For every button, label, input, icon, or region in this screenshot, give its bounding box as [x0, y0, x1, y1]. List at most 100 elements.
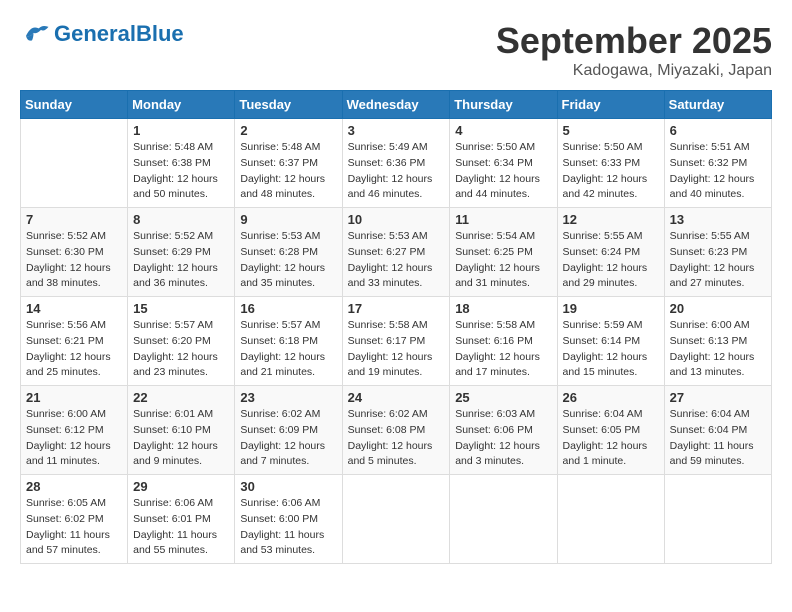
- calendar-cell: 4 Sunrise: 5:50 AM Sunset: 6:34 PM Daylig…: [450, 119, 557, 208]
- calendar-cell: 21 Sunrise: 6:00 AM Sunset: 6:12 PM Dayli…: [21, 386, 128, 475]
- calendar-week-row: 21 Sunrise: 6:00 AM Sunset: 6:12 PM Dayli…: [21, 386, 772, 475]
- day-number: 3: [348, 123, 445, 138]
- day-info: Sunrise: 6:06 AM Sunset: 6:01 PM Dayligh…: [133, 496, 229, 559]
- calendar-cell: 17Sunrise: 5:58 AM Sunset: 6:17 PM Dayli…: [342, 297, 450, 386]
- calendar-cell: 28 Sunrise: 6:05 AM Sunset: 6:02 PM Dayli…: [21, 475, 128, 564]
- day-of-week-header: Thursday: [450, 91, 557, 119]
- day-number: 25: [455, 390, 551, 405]
- calendar-cell: 2Sunrise: 5:48 AM Sunset: 6:37 PM Daylig…: [235, 119, 342, 208]
- calendar-cell: 8Sunrise: 5:52 AM Sunset: 6:29 PM Daylig…: [128, 208, 235, 297]
- title-section: September 2025 Kadogawa, Miyazaki, Japan: [496, 20, 772, 80]
- day-of-week-header: Monday: [128, 91, 235, 119]
- day-info: Sunrise: 6:01 AM Sunset: 6:10 PM Dayligh…: [133, 407, 229, 470]
- day-info: Sunrise: 5:51 AM Sunset: 6:32 PM Dayligh…: [670, 140, 766, 203]
- calendar-week-row: 1 Sunrise: 5:48 AM Sunset: 6:38 PM Daylig…: [21, 119, 772, 208]
- calendar-cell: [557, 475, 664, 564]
- day-info: Sunrise: 6:02 AM Sunset: 6:08 PM Dayligh…: [348, 407, 445, 470]
- day-info: Sunrise: 5:52 AM Sunset: 6:29 PM Dayligh…: [133, 229, 229, 292]
- calendar-cell: 3 Sunrise: 5:49 AM Sunset: 6:36 PM Daylig…: [342, 119, 450, 208]
- day-info: Sunrise: 6:04 AM Sunset: 6:05 PM Dayligh…: [563, 407, 659, 470]
- calendar-cell: 30 Sunrise: 6:06 AM Sunset: 6:00 PM Dayli…: [235, 475, 342, 564]
- calendar-cell: 20 Sunrise: 6:00 AM Sunset: 6:13 PM Dayli…: [664, 297, 771, 386]
- day-number: 1: [133, 123, 229, 138]
- day-of-week-header: Saturday: [664, 91, 771, 119]
- calendar-cell: 9 Sunrise: 5:53 AM Sunset: 6:28 PM Daylig…: [235, 208, 342, 297]
- calendar-cell: 1 Sunrise: 5:48 AM Sunset: 6:38 PM Daylig…: [128, 119, 235, 208]
- day-number: 4: [455, 123, 551, 138]
- calendar-cell: 23 Sunrise: 6:02 AM Sunset: 6:09 PM Dayli…: [235, 386, 342, 475]
- calendar-cell: 22 Sunrise: 6:01 AM Sunset: 6:10 PM Dayli…: [128, 386, 235, 475]
- day-info: Sunrise: 6:03 AM Sunset: 6:06 PM Dayligh…: [455, 407, 551, 470]
- day-number: 7: [26, 212, 122, 227]
- day-number: 27: [670, 390, 766, 405]
- day-number: 16: [240, 301, 336, 316]
- calendar-cell: [664, 475, 771, 564]
- day-info: Sunrise: 5:58 AM Sunset: 6:16 PM Dayligh…: [455, 318, 551, 381]
- day-number: 17: [348, 301, 445, 316]
- calendar-table: SundayMondayTuesdayWednesdayThursdayFrid…: [20, 90, 772, 564]
- day-info: Sunrise: 5:49 AM Sunset: 6:36 PM Dayligh…: [348, 140, 445, 203]
- logo-general: General: [54, 21, 136, 46]
- calendar-cell: 24 Sunrise: 6:02 AM Sunset: 6:08 PM Dayli…: [342, 386, 450, 475]
- day-info: Sunrise: 6:00 AM Sunset: 6:12 PM Dayligh…: [26, 407, 122, 470]
- calendar-cell: 7 Sunrise: 5:52 AM Sunset: 6:30 PM Daylig…: [21, 208, 128, 297]
- day-number: 20: [670, 301, 766, 316]
- day-number: 28: [26, 479, 122, 494]
- calendar-cell: 29 Sunrise: 6:06 AM Sunset: 6:01 PM Dayli…: [128, 475, 235, 564]
- calendar-cell: 14 Sunrise: 5:56 AM Sunset: 6:21 PM Dayli…: [21, 297, 128, 386]
- calendar-cell: 16 Sunrise: 5:57 AM Sunset: 6:18 PM Dayli…: [235, 297, 342, 386]
- calendar-cell: [450, 475, 557, 564]
- calendar-cell: 26Sunrise: 6:04 AM Sunset: 6:05 PM Dayli…: [557, 386, 664, 475]
- day-info: Sunrise: 5:48 AM Sunset: 6:37 PM Dayligh…: [240, 140, 336, 203]
- calendar-cell: 27 Sunrise: 6:04 AM Sunset: 6:04 PM Dayli…: [664, 386, 771, 475]
- location: Kadogawa, Miyazaki, Japan: [496, 62, 772, 80]
- day-info: Sunrise: 6:05 AM Sunset: 6:02 PM Dayligh…: [26, 496, 122, 559]
- calendar-cell: 12 Sunrise: 5:55 AM Sunset: 6:24 PM Dayli…: [557, 208, 664, 297]
- month-title: September 2025: [496, 20, 772, 62]
- day-info: Sunrise: 6:06 AM Sunset: 6:00 PM Dayligh…: [240, 496, 336, 559]
- day-info: Sunrise: 5:52 AM Sunset: 6:30 PM Dayligh…: [26, 229, 122, 292]
- calendar-cell: 15Sunrise: 5:57 AM Sunset: 6:20 PM Dayli…: [128, 297, 235, 386]
- day-number: 12: [563, 212, 659, 227]
- day-number: 21: [26, 390, 122, 405]
- day-info: Sunrise: 6:04 AM Sunset: 6:04 PM Dayligh…: [670, 407, 766, 470]
- day-info: Sunrise: 5:53 AM Sunset: 6:28 PM Dayligh…: [240, 229, 336, 292]
- day-info: Sunrise: 5:56 AM Sunset: 6:21 PM Dayligh…: [26, 318, 122, 381]
- day-number: 29: [133, 479, 229, 494]
- calendar-cell: 5Sunrise: 5:50 AM Sunset: 6:33 PM Daylig…: [557, 119, 664, 208]
- day-info: Sunrise: 5:53 AM Sunset: 6:27 PM Dayligh…: [348, 229, 445, 292]
- day-info: Sunrise: 5:48 AM Sunset: 6:38 PM Dayligh…: [133, 140, 229, 203]
- calendar-cell: 25 Sunrise: 6:03 AM Sunset: 6:06 PM Dayli…: [450, 386, 557, 475]
- calendar-header-row: SundayMondayTuesdayWednesdayThursdayFrid…: [21, 91, 772, 119]
- day-number: 15: [133, 301, 229, 316]
- day-number: 13: [670, 212, 766, 227]
- day-info: Sunrise: 5:55 AM Sunset: 6:24 PM Dayligh…: [563, 229, 659, 292]
- calendar-week-row: 28 Sunrise: 6:05 AM Sunset: 6:02 PM Dayli…: [21, 475, 772, 564]
- day-number: 10: [348, 212, 445, 227]
- calendar-cell: [21, 119, 128, 208]
- day-info: Sunrise: 6:00 AM Sunset: 6:13 PM Dayligh…: [670, 318, 766, 381]
- calendar-week-row: 7 Sunrise: 5:52 AM Sunset: 6:30 PM Daylig…: [21, 208, 772, 297]
- day-number: 18: [455, 301, 551, 316]
- calendar-cell: 10 Sunrise: 5:53 AM Sunset: 6:27 PM Dayli…: [342, 208, 450, 297]
- day-info: Sunrise: 6:02 AM Sunset: 6:09 PM Dayligh…: [240, 407, 336, 470]
- day-number: 30: [240, 479, 336, 494]
- day-of-week-header: Sunday: [21, 91, 128, 119]
- day-info: Sunrise: 5:57 AM Sunset: 6:18 PM Dayligh…: [240, 318, 336, 381]
- day-number: 24: [348, 390, 445, 405]
- day-number: 6: [670, 123, 766, 138]
- day-number: 23: [240, 390, 336, 405]
- day-number: 22: [133, 390, 229, 405]
- day-number: 14: [26, 301, 122, 316]
- day-info: Sunrise: 5:50 AM Sunset: 6:34 PM Dayligh…: [455, 140, 551, 203]
- calendar-cell: 6 Sunrise: 5:51 AM Sunset: 6:32 PM Daylig…: [664, 119, 771, 208]
- calendar-cell: 19Sunrise: 5:59 AM Sunset: 6:14 PM Dayli…: [557, 297, 664, 386]
- day-number: 11: [455, 212, 551, 227]
- calendar-week-row: 14 Sunrise: 5:56 AM Sunset: 6:21 PM Dayli…: [21, 297, 772, 386]
- logo-text: GeneralBlue: [54, 21, 184, 46]
- day-number: 9: [240, 212, 336, 227]
- day-info: Sunrise: 5:59 AM Sunset: 6:14 PM Dayligh…: [563, 318, 659, 381]
- logo: GeneralBlue: [20, 20, 184, 48]
- calendar-cell: 13Sunrise: 5:55 AM Sunset: 6:23 PM Dayli…: [664, 208, 771, 297]
- calendar-cell: [342, 475, 450, 564]
